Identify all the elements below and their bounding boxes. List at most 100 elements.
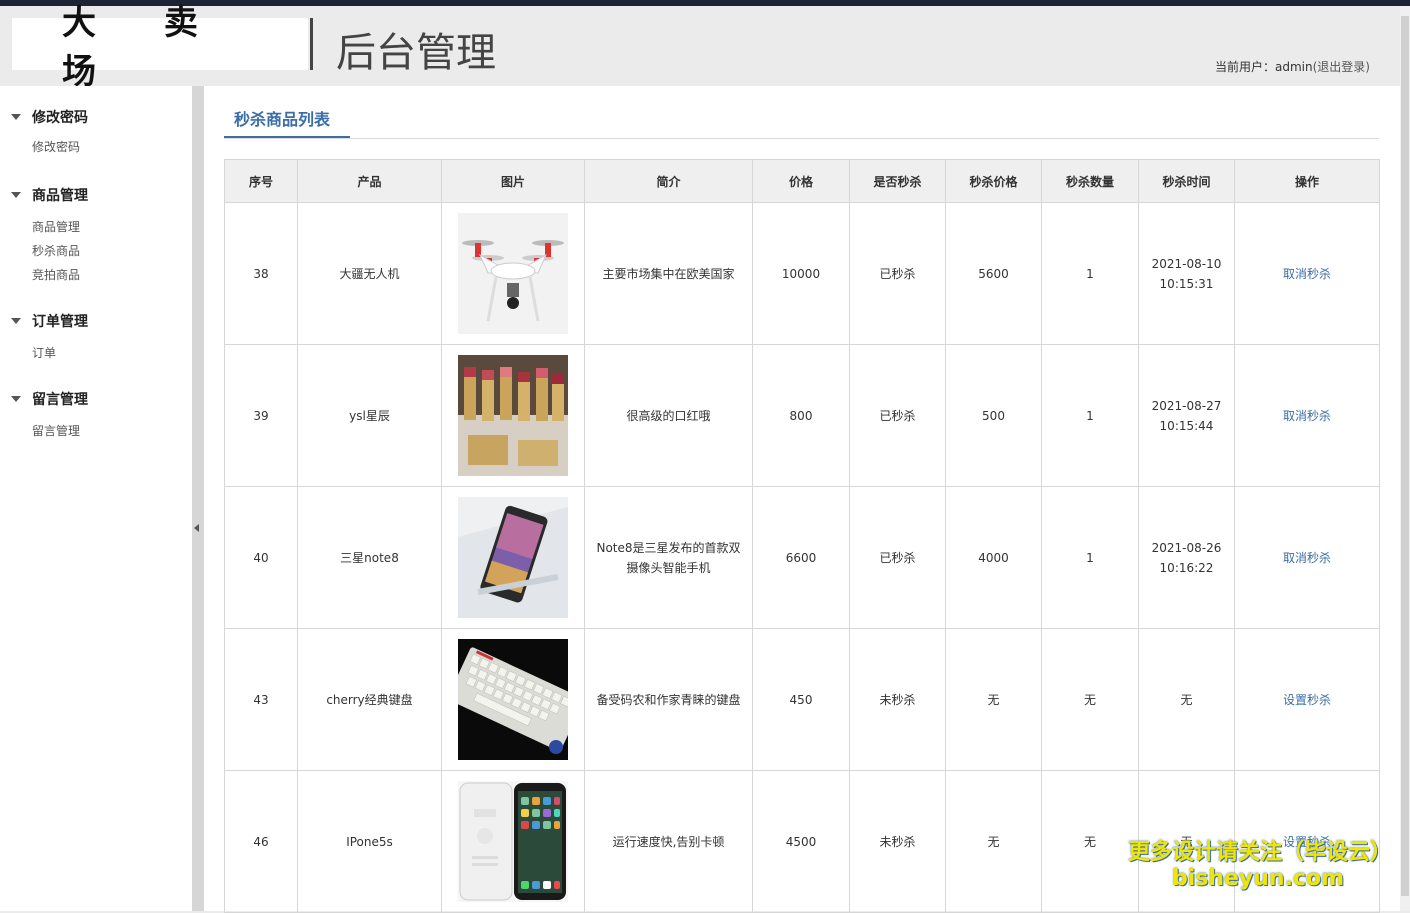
cell-time: 无 — [1138, 628, 1235, 771]
cell-image — [441, 344, 585, 487]
column-header-time: 秒杀时间 — [1138, 159, 1235, 203]
sidebar-item-orders[interactable]: 订单 — [0, 341, 192, 365]
sidebar-group-label: 留言管理 — [32, 392, 88, 408]
cell-sale-price: 无 — [945, 628, 1042, 771]
logo: 大 卖 场 — [12, 3, 308, 92]
tab-flash-sale-list[interactable]: 秒杀商品列表 — [234, 106, 330, 130]
cell-image — [441, 486, 585, 629]
cell-image — [441, 770, 585, 913]
column-header-sale-price: 秒杀价格 — [945, 159, 1042, 203]
sidebar-item-flash-sale[interactable]: 秒杀商品 — [0, 239, 192, 263]
iphone-icon — [458, 781, 568, 902]
table-row: 43 cherry经典键盘 备受码农和作家青睐的键盘 450 未秒杀 无 无 无… — [224, 628, 1380, 771]
cell-sale-price: 5600 — [945, 202, 1042, 345]
sidebar-group-orders: 订单管理 订单 — [0, 311, 192, 365]
cell-product: ysl星辰 — [297, 344, 442, 487]
sidebar-group-messages: 留言管理 留言管理 — [0, 389, 192, 443]
cell-product: cherry经典键盘 — [297, 628, 442, 771]
cell-qty: 无 — [1041, 770, 1139, 913]
table-header-row: 序号 产品 图片 简介 价格 是否秒杀 秒杀价格 秒杀数量 秒杀时间 操作 — [224, 159, 1380, 203]
cell-image — [441, 202, 585, 345]
chevron-down-icon — [11, 396, 21, 402]
header-divider — [310, 18, 313, 70]
iphone-image — [458, 781, 568, 902]
sidebar-item-messages[interactable]: 留言管理 — [0, 419, 192, 443]
cell-action: 取消秒杀 — [1234, 202, 1380, 345]
cell-sale-price: 无 — [945, 770, 1042, 913]
table-row: 40 三星note8 Note8是三星发布的首款双摄像头智能手机 6600 已秒… — [224, 486, 1380, 629]
phone-icon — [458, 497, 568, 618]
cell-image — [441, 628, 585, 771]
column-header-product: 产品 — [297, 159, 442, 203]
sidebar-item-change-password[interactable]: 修改密码 — [0, 135, 192, 159]
keyboard-image — [458, 639, 568, 760]
cell-status: 未秒杀 — [849, 770, 946, 913]
cell-action: 取消秒杀 — [1234, 486, 1380, 629]
logo-text: 大 卖 场 — [62, 3, 226, 92]
sidebar: 修改密码 修改密码 商品管理 商品管理 秒杀商品 竞拍商品 订单管理 订单 留言… — [0, 86, 192, 911]
drone-icon — [458, 213, 568, 334]
watermark-line-2: bisheyun.com — [1171, 866, 1345, 891]
sidebar-group-label: 订单管理 — [32, 314, 88, 330]
main-content: 秒杀商品列表 序号 产品 图片 简介 价格 是否秒杀 秒杀价格 秒杀数量 秒杀时… — [204, 86, 1400, 913]
logout-link[interactable]: (退出登录) — [1313, 60, 1370, 74]
table-row: 39 ysl星辰 很高级的口红哦 800 已秒杀 500 1 2021-08-2… — [224, 344, 1380, 487]
cell-qty: 无 — [1041, 628, 1139, 771]
sidebar-item-auction[interactable]: 竞拍商品 — [0, 263, 192, 287]
cell-product: IPone5s — [297, 770, 442, 913]
cell-status: 未秒杀 — [849, 628, 946, 771]
divider — [224, 138, 1379, 139]
cell-action: 设置秒杀 — [1234, 628, 1380, 771]
user-prefix: 当前用户： — [1215, 60, 1276, 74]
cell-desc: 运行速度快,告别卡顿 — [584, 770, 753, 913]
cell-qty: 1 — [1041, 344, 1139, 487]
cell-product: 大疆无人机 — [297, 202, 442, 345]
chevron-down-icon — [11, 114, 21, 120]
chevron-down-icon — [11, 192, 21, 198]
cell-id: 39 — [224, 344, 298, 487]
cell-desc: 备受码农和作家青睐的键盘 — [584, 628, 753, 771]
watermark-line-1: 更多设计请关注（毕设云） — [1128, 840, 1393, 865]
cell-status: 已秒杀 — [849, 202, 946, 345]
header: 大 卖 场 后台管理 当前用户：admin(退出登录) — [0, 3, 1400, 92]
cell-qty: 1 — [1041, 486, 1139, 629]
column-header-status: 是否秒杀 — [849, 159, 946, 203]
cell-price: 450 — [752, 628, 850, 771]
watermark: 更多设计请关注（毕设云） bisheyun.com — [1128, 834, 1393, 891]
cell-status: 已秒杀 — [849, 486, 946, 629]
lipstick-icon — [458, 355, 568, 476]
cell-price: 800 — [752, 344, 850, 487]
cell-time: 2021-08-26 10:16:22 — [1138, 486, 1235, 629]
sidebar-group-goods: 商品管理 商品管理 秒杀商品 竞拍商品 — [0, 185, 192, 287]
sidebar-group-label: 修改密码 — [32, 110, 88, 126]
lipstick-image — [458, 355, 568, 476]
cancel-flash-sale-button[interactable]: 取消秒杀 — [1283, 409, 1331, 423]
sidebar-item-goods-manage[interactable]: 商品管理 — [0, 215, 192, 239]
sidebar-group-label: 商品管理 — [32, 188, 88, 204]
chevron-left-icon[interactable] — [194, 524, 199, 532]
cell-id: 40 — [224, 486, 298, 629]
cell-qty: 1 — [1041, 202, 1139, 345]
cell-time: 2021-08-27 10:15:44 — [1138, 344, 1235, 487]
cell-desc: Note8是三星发布的首款双摄像头智能手机 — [584, 486, 753, 629]
cancel-flash-sale-button[interactable]: 取消秒杀 — [1283, 551, 1331, 565]
chevron-down-icon — [11, 318, 21, 324]
sidebar-group-header[interactable]: 修改密码 — [0, 107, 192, 127]
cell-desc: 很高级的口红哦 — [584, 344, 753, 487]
column-header-price: 价格 — [752, 159, 850, 203]
phone-image — [458, 497, 568, 618]
sidebar-group-header[interactable]: 订单管理 — [0, 311, 192, 331]
user-info: 当前用户：admin(退出登录) — [1215, 58, 1370, 75]
page-scrollbar-thumb[interactable] — [1401, 16, 1409, 896]
column-header-desc: 简介 — [584, 159, 753, 203]
table-row: 38 大疆无人机 主要市场集中在欧美国家 10000 已秒杀 5600 1 20… — [224, 202, 1380, 345]
cancel-flash-sale-button[interactable]: 取消秒杀 — [1283, 267, 1331, 281]
sidebar-group-header[interactable]: 商品管理 — [0, 185, 192, 205]
sidebar-group-password: 修改密码 修改密码 — [0, 107, 192, 159]
sidebar-collapse-handle[interactable] — [192, 86, 204, 911]
sidebar-group-header[interactable]: 留言管理 — [0, 389, 192, 409]
set-flash-sale-button[interactable]: 设置秒杀 — [1283, 693, 1331, 707]
drone-image — [458, 213, 568, 334]
cell-id: 43 — [224, 628, 298, 771]
cell-desc: 主要市场集中在欧美国家 — [584, 202, 753, 345]
